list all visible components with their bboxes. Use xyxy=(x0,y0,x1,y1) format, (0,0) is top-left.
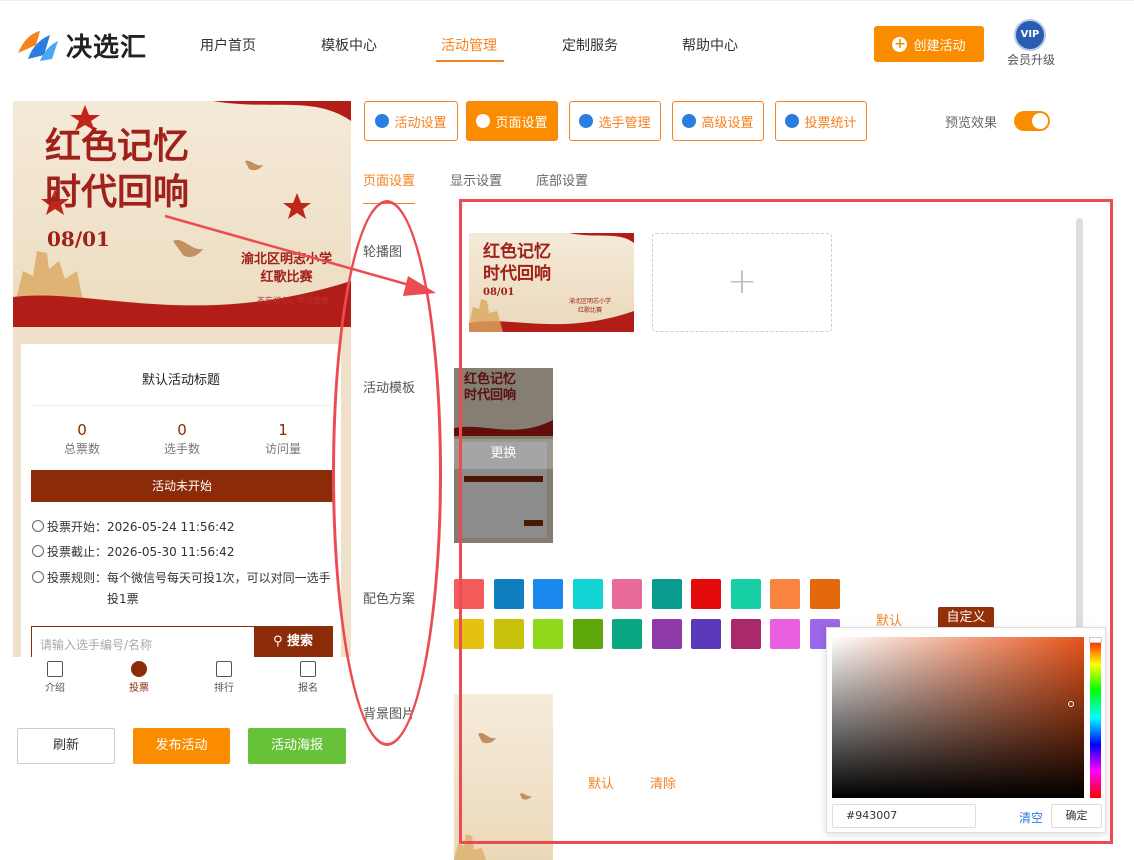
nav-templates[interactable]: 模板中心 xyxy=(321,35,377,55)
vip-upgrade-link[interactable]: 会员升级 xyxy=(1007,51,1055,68)
id-card-icon xyxy=(300,661,316,677)
tab-vote-statistics[interactable]: 投票统计 xyxy=(775,101,867,141)
annotation-highlight-box xyxy=(459,199,1113,844)
brand-name[interactable]: 决选汇 xyxy=(66,27,147,64)
vote-rule-line-2: 投1票 xyxy=(107,592,139,606)
document-icon xyxy=(47,661,63,677)
activity-status-bar: 活动未开始 xyxy=(31,470,333,502)
vote-start-line: 投票开始：2026-05-24 11:56:42 xyxy=(32,517,234,537)
stat-visits-value: 1 xyxy=(278,421,288,439)
banner-school: 渝北区明志小学 红歌比赛 xyxy=(241,252,333,285)
search-button[interactable]: ⚲ 搜索 xyxy=(254,627,332,657)
stat-contestants-value: 0 xyxy=(177,421,187,439)
stat-visits-label: 访问量 xyxy=(264,442,301,456)
vote-rule-line: 投票规则：每个微信号每天可投1次，可以对同一选手 xyxy=(32,568,332,588)
annotation-ellipse xyxy=(332,200,442,746)
tab-contestant-management[interactable]: 选手管理 xyxy=(569,101,661,141)
stat-total-votes-value: 0 xyxy=(77,421,87,439)
brand-logo-icon xyxy=(18,31,58,61)
bar-chart-icon xyxy=(785,114,800,128)
card-divider xyxy=(31,405,331,406)
tab-ranking[interactable]: 排行 xyxy=(196,661,252,694)
nav-home[interactable]: 用户首页 xyxy=(200,35,256,55)
tab-activity-settings[interactable]: 活动设置 xyxy=(364,101,458,141)
search-icon: ⚲ xyxy=(272,634,283,649)
stat-total-votes-label: 总票数 xyxy=(63,442,100,456)
preview-toggle[interactable] xyxy=(1014,111,1050,131)
create-activity-button[interactable]: + 创建活动 xyxy=(874,26,984,62)
tab-vote[interactable]: 投票 xyxy=(111,661,167,694)
clock-icon xyxy=(32,520,44,532)
user-icon xyxy=(131,661,147,677)
nav-active-indicator xyxy=(436,60,504,62)
contestant-search: 请输入选手编号/名称 ⚲ 搜索 xyxy=(31,626,333,658)
preview-tab-bar: 介绍 投票 排行 报名 xyxy=(13,657,351,699)
users-icon xyxy=(579,114,594,128)
nav-custom-service[interactable]: 定制服务 xyxy=(562,35,618,55)
gear-icon xyxy=(476,114,491,128)
clock-icon xyxy=(32,545,44,557)
preview-banner: 红色记忆 时代回响 08/01 渝北区明志小学 红歌比赛 不忘初心，牢记使命 xyxy=(13,101,351,327)
create-activity-label: 创建活动 xyxy=(913,38,966,54)
star-icon xyxy=(375,114,390,128)
banner-date: 08/01 xyxy=(47,227,110,251)
sliders-icon xyxy=(682,114,697,128)
banner-title: 红色记忆 时代回响 xyxy=(45,125,190,213)
publish-activity-button[interactable]: 发布活动 xyxy=(133,728,230,764)
activity-poster-button[interactable]: 活动海报 xyxy=(248,728,346,764)
subtab-page-settings[interactable]: 页面设置 xyxy=(363,170,415,189)
tab-advanced-settings[interactable]: 高级设置 xyxy=(672,101,764,141)
tab-intro[interactable]: 介绍 xyxy=(27,661,83,694)
vip-icon[interactable]: VIP xyxy=(1014,19,1046,51)
banner-slogan: 不忘初心，牢记使命 xyxy=(257,296,329,305)
info-icon xyxy=(32,571,44,583)
plus-circle-icon: + xyxy=(892,35,908,52)
top-header: 决选汇 用户首页 模板中心 活动管理 定制服务 帮助中心 + 创建活动 VIP … xyxy=(0,0,1134,86)
preview-toggle-label: 预览效果 xyxy=(945,116,998,131)
vote-end-line: 投票截止：2026-05-30 11:56:42 xyxy=(32,542,234,562)
stat-contestants-label: 选手数 xyxy=(163,442,200,456)
nav-activity-management[interactable]: 活动管理 xyxy=(441,35,497,55)
bar-chart-icon xyxy=(216,661,232,677)
subtab-footer-settings[interactable]: 底部设置 xyxy=(536,170,588,189)
search-input[interactable]: 请输入选手编号/名称 xyxy=(40,636,152,653)
activity-title: 默认活动标题 xyxy=(141,373,220,388)
tab-signup[interactable]: 报名 xyxy=(280,661,336,694)
subtab-display-settings[interactable]: 显示设置 xyxy=(450,170,502,189)
nav-help-center[interactable]: 帮助中心 xyxy=(682,35,738,55)
tab-page-settings[interactable]: 页面设置 xyxy=(466,101,558,141)
refresh-button[interactable]: 刷新 xyxy=(17,728,115,764)
